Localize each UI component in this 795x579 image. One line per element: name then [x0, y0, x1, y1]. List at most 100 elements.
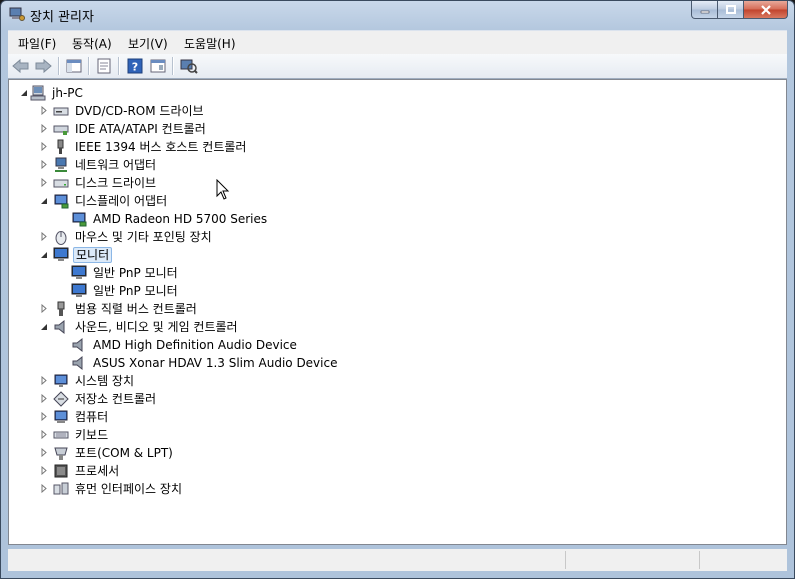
tree-node-asus-xonar[interactable]: ASUS Xonar HDAV 1.3 Slim Audio Device: [71, 354, 339, 372]
back-icon: [12, 59, 29, 73]
tree-node-label: 시스템 장치: [75, 374, 135, 388]
tree-node-label: 사운드, 비디오 및 게임 컨트롤러: [75, 320, 238, 334]
monitor-icon: [71, 265, 87, 281]
tree-root[interactable]: jh-PC: [19, 84, 85, 102]
optical-drive-icon: [53, 103, 69, 119]
tree-node-ide-ata-atapi[interactable]: IDE ATA/ATAPI 컨트롤러: [41, 120, 208, 138]
ide-controller-icon: [53, 121, 69, 137]
expand-icon[interactable]: [39, 448, 48, 457]
mouse-icon: [53, 229, 69, 245]
show-hide-console-tree-button[interactable]: [65, 57, 83, 75]
expand-icon[interactable]: [39, 106, 48, 115]
tree-node-label: 디스크 드라이브: [75, 176, 157, 190]
tree-node-label: AMD Radeon HD 5700 Series: [93, 212, 268, 226]
help-button[interactable]: ?: [126, 57, 144, 75]
tree-node-dvd-cdrom[interactable]: DVD/CD-ROM 드라이브: [41, 102, 206, 120]
tree-node-usb-controllers[interactable]: 범용 직렬 버스 컨트롤러: [41, 300, 199, 318]
tree-node-system-devices[interactable]: 시스템 장치: [41, 372, 136, 390]
usb-icon: [53, 301, 69, 317]
expand-icon[interactable]: [39, 412, 48, 421]
tree-node-display-adapters[interactable]: 디스플레이 어댑터: [40, 192, 169, 210]
tree-root-label: jh-PC: [52, 86, 83, 100]
close-button[interactable]: [744, 1, 788, 19]
device-manager-window: 장치 관리자 파일(F) 동작(A) 보기(V) 도움말(H) ? jh-PC …: [0, 0, 795, 579]
tree-node-label: IDE ATA/ATAPI 컨트롤러: [75, 122, 206, 136]
collapse-icon[interactable]: [39, 196, 48, 205]
properties-icon: [97, 58, 111, 74]
expand-icon[interactable]: [39, 466, 48, 475]
scan-hardware-icon: [180, 59, 198, 74]
tree-node-computer[interactable]: 컴퓨터: [41, 408, 110, 426]
window-title: 장치 관리자: [30, 10, 94, 25]
tree-node-ports[interactable]: 포트(COM & LPT): [41, 444, 175, 462]
tree-node-amd-hd-audio[interactable]: AMD High Definition Audio Device: [71, 336, 299, 354]
scan-hardware-button[interactable]: [180, 57, 198, 75]
menu-action[interactable]: 동작(A): [72, 35, 112, 52]
display-adapter-icon: [53, 193, 69, 209]
svg-text:?: ?: [132, 61, 138, 74]
tree-node-hid[interactable]: 휴먼 인터페이스 장치: [41, 480, 184, 498]
collapse-icon[interactable]: [39, 250, 48, 259]
view-button[interactable]: [149, 57, 167, 75]
hid-icon: [53, 481, 69, 497]
tree-node-mouse-pointing[interactable]: 마우스 및 기타 포인팅 장치: [41, 228, 214, 246]
tree-node-monitors[interactable]: 모니터: [40, 246, 113, 264]
expand-icon[interactable]: [39, 430, 48, 439]
keyboard-icon: [53, 427, 69, 443]
tree-node-amd-radeon[interactable]: AMD Radeon HD 5700 Series: [71, 210, 269, 228]
expand-icon[interactable]: [39, 394, 48, 403]
expand-icon[interactable]: [39, 484, 48, 493]
tree-node-label: DVD/CD-ROM 드라이브: [75, 104, 204, 118]
computer-node-icon: [53, 409, 69, 425]
device-tree[interactable]: jh-PC DVD/CD-ROM 드라이브 IDE ATA/ATAPI 컨트롤러 I…: [8, 79, 787, 545]
expand-icon[interactable]: [39, 124, 48, 133]
tree-node-label: 디스플레이 어댑터: [75, 194, 168, 208]
tree-node-keyboards[interactable]: 키보드: [41, 426, 110, 444]
tree-node-sound-video-game[interactable]: 사운드, 비디오 및 게임 컨트롤러: [40, 318, 240, 336]
device-manager-icon: [9, 7, 25, 21]
tree-node-label: 프로세서: [75, 464, 120, 478]
expand-icon[interactable]: [39, 376, 48, 385]
menu-view[interactable]: 보기(V): [128, 35, 168, 52]
expand-icon[interactable]: [39, 232, 48, 241]
expand-icon[interactable]: [39, 160, 48, 169]
properties-button[interactable]: [95, 57, 113, 75]
mouse-cursor-icon: [216, 179, 230, 200]
tree-node-pnp-monitor-1[interactable]: 일반 PnP 모니터: [71, 264, 180, 282]
maximize-button[interactable]: [718, 1, 744, 19]
help-icon: ?: [127, 58, 143, 74]
expand-icon[interactable]: [39, 304, 48, 313]
tree-node-label: IEEE 1394 버스 호스트 컨트롤러: [75, 140, 247, 154]
processor-icon: [53, 463, 69, 479]
ieee1394-icon: [53, 139, 69, 155]
title-bar[interactable]: 장치 관리자: [1, 1, 794, 29]
port-icon: [53, 445, 69, 461]
forward-button[interactable]: [34, 57, 52, 75]
collapse-icon[interactable]: [19, 89, 28, 98]
expand-icon[interactable]: [39, 178, 48, 187]
tree-node-label: 컴퓨터: [75, 410, 109, 424]
storage-controller-icon: [53, 391, 69, 407]
back-button[interactable]: [12, 57, 30, 75]
tree-node-label: 휴먼 인터페이스 장치: [75, 482, 182, 496]
tree-node-ieee1394[interactable]: IEEE 1394 버스 호스트 컨트롤러: [41, 138, 248, 156]
maximize-icon: [725, 5, 736, 14]
close-icon: [760, 4, 771, 15]
minimize-button[interactable]: [691, 1, 718, 19]
toolbar-separator: [172, 57, 174, 75]
menu-help[interactable]: 도움말(H): [184, 35, 236, 52]
speaker-icon: [71, 355, 87, 371]
menu-bar: 파일(F) 동작(A) 보기(V) 도움말(H): [8, 30, 787, 55]
console-tree-icon: [66, 59, 82, 73]
expand-icon[interactable]: [39, 142, 48, 151]
toolbar-separator: [118, 57, 120, 75]
tree-node-pnp-monitor-2[interactable]: 일반 PnP 모니터: [71, 282, 180, 300]
tree-node-processors[interactable]: 프로세서: [41, 462, 121, 480]
tree-node-label: 범용 직렬 버스 컨트롤러: [75, 302, 197, 316]
tree-node-network-adapters[interactable]: 네트워크 어댑터: [41, 156, 158, 174]
menu-file[interactable]: 파일(F): [18, 35, 56, 52]
tree-node-storage-controllers[interactable]: 저장소 컨트롤러: [41, 390, 158, 408]
collapse-icon[interactable]: [39, 322, 48, 331]
view-icon: [150, 59, 166, 73]
tree-node-disk-drives[interactable]: 디스크 드라이브: [41, 174, 158, 192]
